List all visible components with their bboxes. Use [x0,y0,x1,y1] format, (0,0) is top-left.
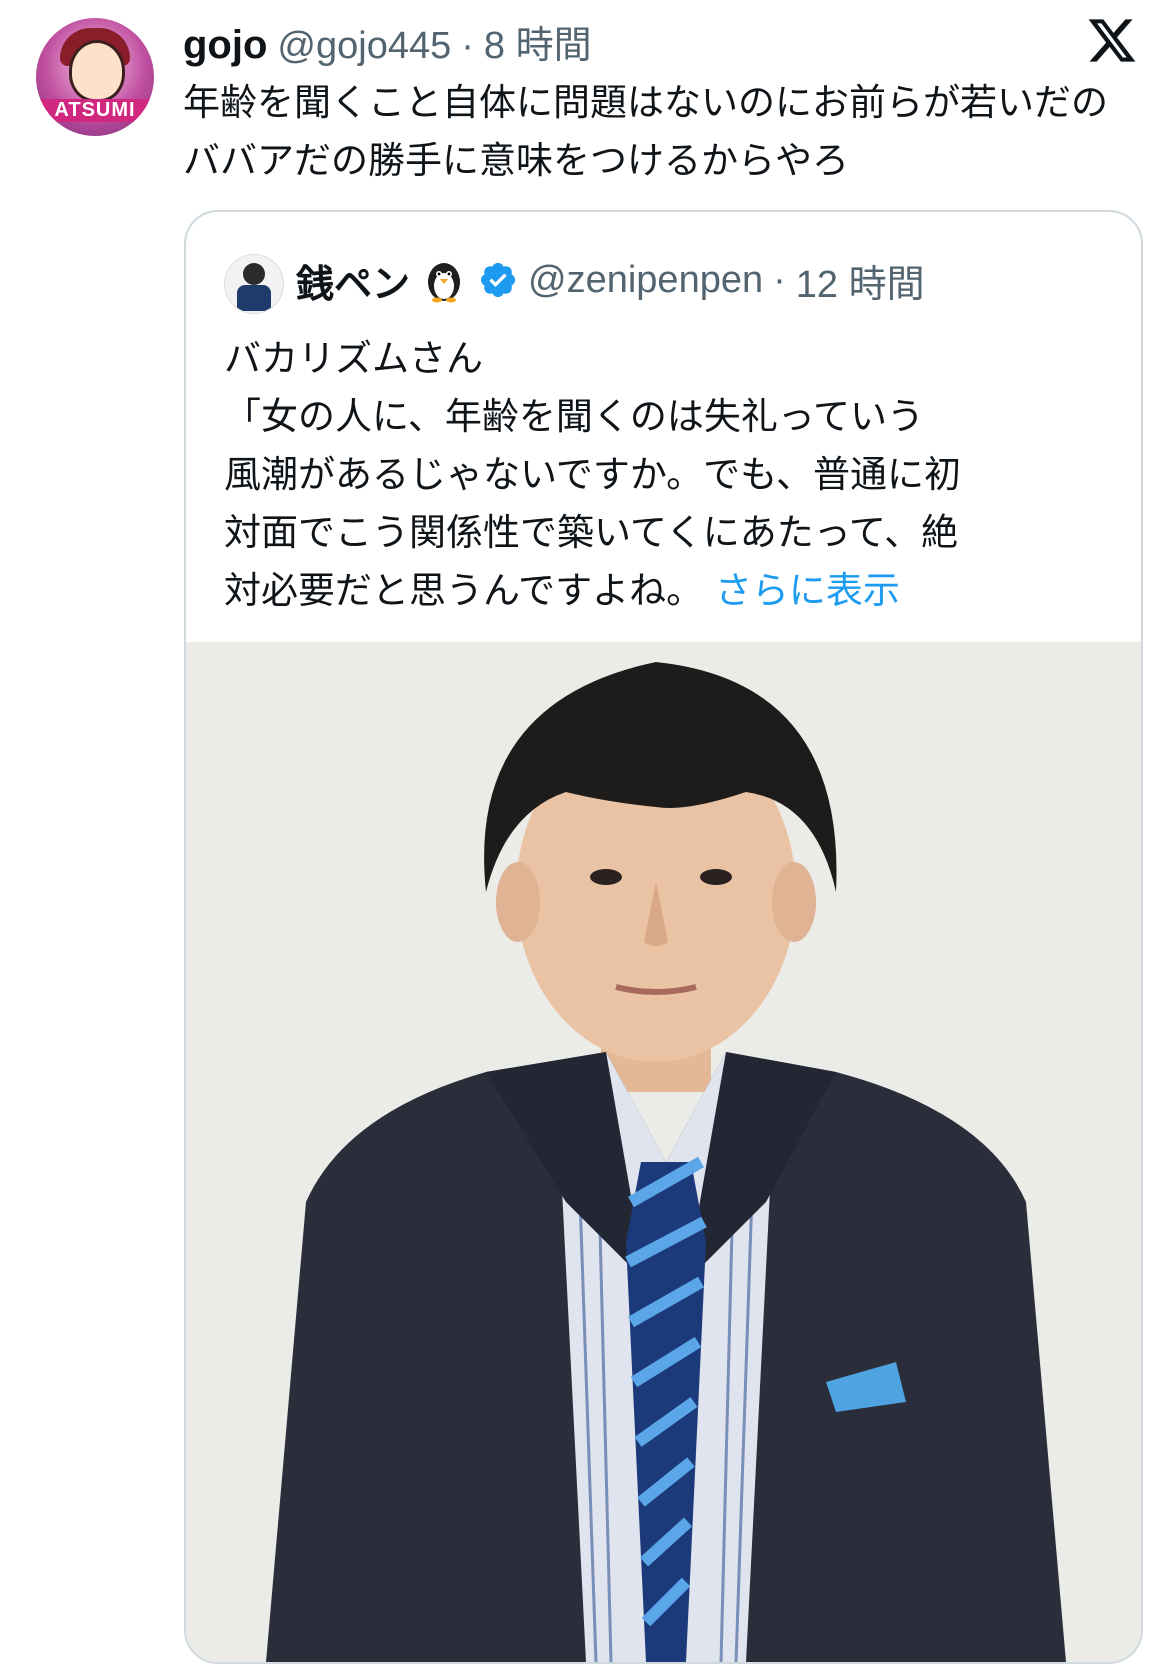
quoted-text-line: 風潮があるじゃないですか。でも、普通に初 [224,453,962,496]
author-handle[interactable]: @gojo445 [277,25,451,68]
tweet-text: 年齢を聞くこと自体に問題はないのにお前らが若いだのババアだの勝手に意味をつけるか… [183,81,1108,182]
show-more-link[interactable]: さらに表示 [715,569,900,612]
quoted-text-line: 対面でこう関係性で築いてくにあたって、絶 [224,511,959,554]
quoted-tweet-text: バカリズムさん 「女の人に、年齢を聞くのは失礼っていう 風潮があるじゃないですか… [224,330,1104,620]
quoted-text-line: 「女の人に、年齢を聞くのは失礼っていう [224,395,925,438]
tweet-header: gojo @gojo445 · 8 時間 [183,14,592,67]
verified-badge-icon [480,262,516,298]
quoted-tweet-header: 銭ペン @zenipenpen · 12 時間 [296,250,925,310]
person-photo-illustration [186,642,1141,1662]
penguin-emoji-icon [428,263,461,303]
avatar-head [243,263,265,285]
quoted-author-avatar[interactable] [224,254,284,314]
quoted-author-handle[interactable]: @zenipenpen [528,259,763,302]
x-logo-icon[interactable] [1086,14,1138,66]
separator-dot: · [773,258,786,301]
author-display-name[interactable]: gojo [183,23,267,68]
avatar-body [237,285,271,311]
attached-photo[interactable] [186,642,1141,1662]
quoted-author-display-name[interactable]: 銭ペン [296,253,410,308]
author-avatar[interactable]: ATSUMI [36,18,154,136]
quoted-text-line: 対必要だと思うんですよね。 [224,569,704,612]
avatar-logo-text: ATSUMI [36,99,154,122]
quoted-tweet-timestamp[interactable]: 12 時間 [796,253,925,308]
quoted-text-line: バカリズムさん [224,337,483,380]
tweet-timestamp[interactable]: 8 時間 [484,14,592,69]
quoted-tweet-card[interactable]: 銭ペン @zenipenpen · 12 時間 バカリズムさん 「女の人に、年齢… [184,210,1143,1664]
avatar-face [69,40,125,102]
separator-dot: · [461,25,474,67]
